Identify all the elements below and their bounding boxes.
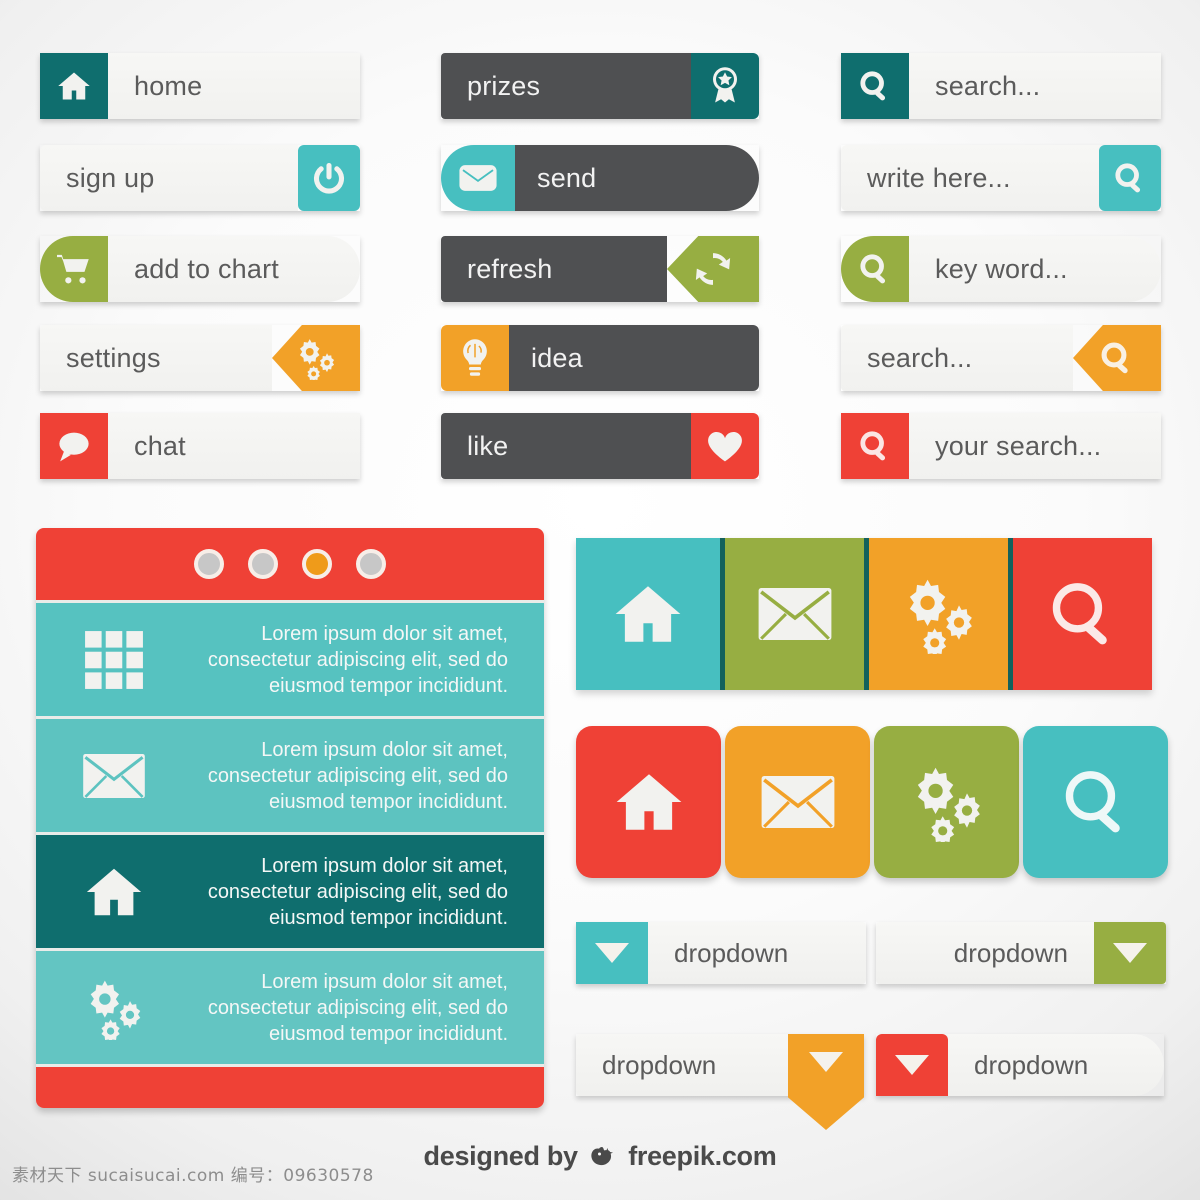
like-label: like	[441, 413, 691, 479]
dot-1[interactable]	[194, 549, 224, 579]
caret-down-icon[interactable]	[576, 922, 648, 984]
power-icon	[298, 145, 360, 211]
home-label: home	[108, 53, 360, 119]
accordion-row-grid[interactable]: Lorem ipsum dolor sit amet, consectetur …	[36, 600, 544, 716]
freepik-bird-icon	[589, 1146, 617, 1168]
search-field-orange[interactable]: search...	[841, 325, 1161, 391]
caret-down-icon[interactable]	[1094, 922, 1166, 984]
chat-button[interactable]: chat	[40, 413, 360, 479]
home-icon	[615, 586, 681, 642]
add-to-chart-label: add to chart	[108, 236, 360, 302]
send-label: send	[515, 145, 759, 211]
settings-label: settings	[40, 325, 272, 391]
accordion-row-mail[interactable]: Lorem ipsum dolor sit amet, consectetur …	[36, 716, 544, 832]
award-ribbon-icon	[691, 53, 759, 119]
chat-bubble-icon	[40, 413, 108, 479]
dropdown-label: dropdown	[576, 1034, 788, 1096]
search-field-value: search...	[909, 53, 1161, 119]
heart-icon	[691, 413, 759, 479]
refresh-button[interactable]: refresh	[441, 236, 759, 302]
chat-label: chat	[108, 413, 360, 479]
your-search-value: your search...	[909, 413, 1161, 479]
dropdown-label: dropdown	[648, 922, 866, 984]
prizes-label: prizes	[441, 53, 691, 119]
write-here-value: write here...	[841, 145, 1099, 211]
search-icon	[841, 53, 909, 119]
tile-mail-rounded[interactable]	[725, 726, 870, 878]
lightbulb-icon	[441, 325, 509, 391]
rounded-tile-row	[576, 726, 1168, 878]
dropdown-olive[interactable]: dropdown	[876, 922, 1166, 984]
search-icon	[1073, 325, 1161, 391]
key-word-value: key word...	[909, 236, 1161, 302]
cart-icon	[40, 236, 108, 302]
tile-home[interactable]	[576, 538, 720, 690]
dot-4[interactable]	[356, 549, 386, 579]
refresh-icon	[667, 236, 759, 302]
accordion-row-home[interactable]: Lorem ipsum dolor sit amet, consectetur …	[36, 832, 544, 948]
prizes-button[interactable]: prizes	[441, 53, 759, 119]
tile-settings[interactable]	[864, 538, 1008, 690]
accordion-row-text: Lorem ipsum dolor sit amet, consectetur …	[207, 738, 508, 813]
search-orange-value: search...	[841, 325, 1073, 391]
tile-home-rounded[interactable]	[576, 726, 721, 878]
gears-icon	[272, 325, 360, 391]
home-icon	[50, 861, 178, 923]
accordion-header	[36, 528, 544, 600]
your-search-field[interactable]: your search...	[841, 413, 1161, 479]
tile-search-rounded[interactable]	[1023, 726, 1168, 878]
flat-tile-row	[576, 538, 1152, 690]
caret-down-icon[interactable]	[788, 1034, 864, 1130]
send-button[interactable]: send	[441, 145, 759, 211]
dropdown-red[interactable]: dropdown	[876, 1034, 1164, 1096]
search-icon	[841, 413, 909, 479]
search-icon	[1052, 583, 1107, 645]
signup-button[interactable]: sign up	[40, 145, 360, 211]
add-to-chart-button[interactable]: add to chart	[40, 236, 360, 302]
designed-by-label: designed by	[423, 1141, 579, 1171]
signup-label: sign up	[40, 145, 298, 211]
write-here-field[interactable]: write here...	[841, 145, 1161, 211]
search-icon	[1065, 771, 1120, 833]
caret-down-icon[interactable]	[876, 1034, 948, 1096]
tile-mail[interactable]	[720, 538, 864, 690]
home-button[interactable]: home	[40, 53, 360, 119]
home-icon	[616, 774, 681, 830]
envelope-icon	[441, 145, 515, 211]
accordion-row-text: Lorem ipsum dolor sit amet, consectetur …	[207, 854, 508, 929]
freepik-credit: designed by freepik.com	[0, 1141, 1200, 1172]
dropdown-label: dropdown	[876, 922, 1094, 984]
dropdown-cyan[interactable]: dropdown	[576, 922, 866, 984]
accordion-row-settings[interactable]: Lorem ipsum dolor sit amet, consectetur …	[36, 948, 544, 1064]
idea-label: idea	[509, 325, 759, 391]
refresh-label: refresh	[441, 236, 667, 302]
idea-button[interactable]: idea	[441, 325, 759, 391]
search-icon	[1099, 145, 1161, 211]
dot-3[interactable]	[302, 549, 332, 579]
accordion-panel: Lorem ipsum dolor sit amet, consectetur …	[36, 528, 544, 1108]
settings-button[interactable]: settings	[40, 325, 360, 391]
grid-icon	[50, 629, 178, 691]
envelope-icon	[50, 751, 178, 801]
like-button[interactable]: like	[441, 413, 759, 479]
accordion-row-text: Lorem ipsum dolor sit amet, consectetur …	[207, 622, 508, 697]
dot-2[interactable]	[248, 549, 278, 579]
gears-icon	[917, 767, 980, 842]
freepik-brand-label: freepik.com	[628, 1141, 777, 1171]
gears-icon	[50, 976, 178, 1040]
gears-icon	[909, 579, 972, 654]
dropdown-orange[interactable]: dropdown	[576, 1034, 864, 1130]
envelope-icon	[761, 776, 834, 828]
accordion-row-text: Lorem ipsum dolor sit amet, consectetur …	[207, 970, 508, 1045]
envelope-icon	[758, 588, 831, 640]
home-icon	[40, 53, 108, 119]
search-field-teal[interactable]: search...	[841, 53, 1161, 119]
search-icon	[841, 236, 909, 302]
accordion-footer	[36, 1064, 544, 1108]
tile-settings-rounded[interactable]	[874, 726, 1019, 878]
tile-search[interactable]	[1008, 538, 1152, 690]
dropdown-label: dropdown	[948, 1034, 1164, 1096]
key-word-field[interactable]: key word...	[841, 236, 1161, 302]
